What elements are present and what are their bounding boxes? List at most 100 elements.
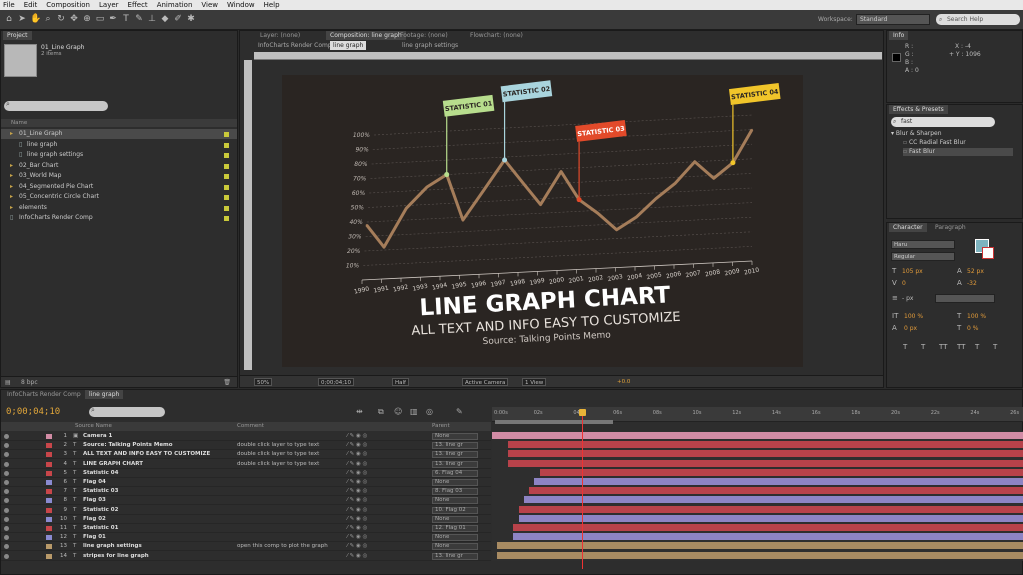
layer-comment[interactable]: double click layer to type text [237, 441, 319, 450]
camera-tool-icon[interactable]: ✥ [69, 14, 79, 25]
layer-row[interactable]: 4 T LINE GRAPH CHART double click layer to … [1, 460, 491, 469]
layer-row[interactable]: 11 T Statistic 01 ⁄ ✎ ◉ ◎ 12. Flag 01 [1, 524, 491, 533]
viewer-timecode[interactable]: 0;00;04;10 [318, 378, 355, 386]
viewer-tab[interactable]: Footage: (none) [396, 31, 452, 40]
tab-character[interactable]: Character [889, 223, 927, 232]
layer-name[interactable]: Statistic 03 [83, 487, 118, 496]
text-style-button[interactable]: T [975, 343, 979, 351]
layer-duration-bar[interactable] [523, 496, 1023, 504]
tab-info[interactable]: Info [889, 31, 909, 40]
viewer-tab[interactable]: Layer: (none) [256, 31, 304, 40]
layer-name[interactable]: line graph settings [83, 542, 142, 551]
layer-switches[interactable]: ⁄ ✎ ◉ ◎ [347, 496, 367, 505]
timeline-search-input[interactable]: ⌕ [89, 406, 165, 417]
text-style-button[interactable]: TT [957, 343, 965, 351]
effects-search-input[interactable]: ⌕ fast [891, 117, 995, 127]
rotate-tool-icon[interactable]: ↻ [56, 14, 66, 25]
layer-duration-bar[interactable] [534, 478, 1023, 485]
layer-name[interactable]: Statistic 04 [83, 469, 118, 478]
project-search-input[interactable]: ⌕ [4, 100, 108, 111]
roto-brush-icon[interactable]: ✐ [173, 14, 183, 25]
visibility-eye-icon[interactable] [4, 516, 9, 522]
work-area-bar[interactable] [495, 420, 613, 424]
visibility-eye-icon[interactable] [4, 535, 9, 541]
timeline-tab[interactable]: InfoCharts Render Comp [3, 390, 85, 399]
menu-window[interactable]: Window [227, 1, 255, 9]
type-tool-icon[interactable]: T [121, 14, 131, 25]
layer-duration-bar[interactable] [507, 441, 1023, 449]
layer-name[interactable]: stripes for line graph [83, 552, 149, 561]
visibility-eye-icon[interactable] [4, 544, 9, 550]
layer-label-color[interactable] [46, 526, 52, 531]
column-parent[interactable]: Parent [432, 422, 450, 431]
camera-select[interactable]: Active Camera [462, 378, 509, 386]
layer-name[interactable]: ALL TEXT AND INFO EASY TO CUSTOMIZE [83, 450, 210, 459]
layer-row[interactable]: 12 T Flag 01 ⁄ ✎ ◉ ◎ None [1, 533, 491, 543]
layer-switches[interactable]: ⁄ ✎ ◉ ◎ [347, 441, 367, 450]
parent-select[interactable]: None [432, 515, 478, 523]
current-time-indicator[interactable] [582, 409, 584, 569]
label-color-swatch[interactable] [224, 205, 229, 211]
parent-select[interactable]: None [432, 534, 478, 542]
breadcrumb-item[interactable]: InfoCharts Render Comp [258, 41, 332, 50]
label-color-swatch[interactable] [224, 163, 229, 169]
project-item[interactable]: ▸ 05_Concentric Circle Chart [1, 192, 237, 202]
font-family-select[interactable]: Haru [891, 240, 955, 249]
label-color-swatch[interactable] [224, 195, 229, 200]
current-time-display[interactable]: 0;00;04;10 [6, 407, 60, 417]
layer-row[interactable]: 6 T Flag 04 ⁄ ✎ ◉ ◎ None [1, 478, 491, 487]
kerning-value[interactable]: -32 [967, 280, 977, 287]
layer-label-color[interactable] [46, 443, 52, 449]
visibility-eye-icon[interactable] [4, 480, 9, 485]
search-help-input[interactable]: ⌕ Search Help [936, 14, 1020, 25]
layer-name[interactable]: LINE GRAPH CHART [83, 460, 143, 469]
label-color-swatch[interactable] [224, 132, 229, 137]
layer-duration-bar[interactable] [513, 524, 1023, 531]
project-item[interactable]: ▸ elements [1, 203, 237, 213]
menu-composition[interactable]: Composition [46, 1, 90, 9]
parent-select[interactable]: 13. line gr [432, 442, 478, 450]
leading-value[interactable]: 52 px [967, 268, 984, 275]
layer-comment[interactable]: double click layer to type text [237, 450, 319, 459]
project-item[interactable]: ▸ 02_Bar Chart [1, 161, 237, 171]
eraser-tool-icon[interactable]: ◆ [160, 14, 170, 25]
rectangle-tool-icon[interactable]: ▭ [95, 14, 105, 25]
layer-row[interactable]: 14 Tstripes for line graph ⁄ ✎ ◉ ◎ 13. line… [1, 552, 491, 561]
label-color-swatch[interactable] [224, 184, 229, 190]
visibility-eye-icon[interactable] [4, 507, 9, 513]
layer-name[interactable]: Flag 04 [83, 478, 106, 487]
layer-row[interactable]: 3 T ALL TEXT AND INFO EASY TO CUSTOMIZE dou… [1, 450, 491, 460]
views-select[interactable]: 1 View [522, 378, 547, 386]
pen-tool-icon[interactable]: ✒ [108, 14, 118, 25]
label-color-swatch[interactable] [224, 216, 229, 221]
menu-layer[interactable]: Layer [99, 1, 119, 9]
layer-row[interactable]: 1 ▣ Camera 1 ⁄ ✎ ◉ ◎ None [1, 432, 491, 441]
tracking-value[interactable]: 0 [902, 280, 906, 287]
vertical-scale-value[interactable]: 100 % [904, 313, 923, 320]
font-style-select[interactable]: Regular [891, 252, 955, 261]
parent-select[interactable]: None [432, 497, 478, 505]
menu-file[interactable]: File [3, 1, 15, 9]
text-style-button[interactable]: TT [939, 343, 947, 351]
layer-label-color[interactable] [46, 498, 52, 504]
visibility-eye-icon[interactable] [4, 553, 9, 559]
visibility-eye-icon[interactable] [4, 498, 9, 504]
visibility-eye-icon[interactable] [4, 470, 9, 476]
layer-switches[interactable]: ⁄ ✎ ◉ ◎ [347, 542, 367, 551]
comp-mini-flowchart-icon[interactable]: ⇹ [356, 407, 363, 416]
layer-duration-bar[interactable] [497, 551, 1023, 559]
stroke-width-value[interactable]: - px [902, 295, 913, 302]
pan-behind-tool-icon[interactable]: ⊕ [82, 14, 92, 25]
font-size-value[interactable]: 105 px [902, 268, 923, 275]
layer-comment[interactable]: double click layer to type text [237, 460, 319, 469]
layer-row[interactable]: 13 Tline graph settings open this comp to … [1, 542, 491, 552]
layer-comment[interactable]: open this comp to plot the graph [237, 542, 328, 551]
label-color-swatch[interactable] [224, 153, 229, 158]
column-source-name[interactable]: Source Name [75, 422, 112, 431]
brush-tool-icon[interactable]: ✎ [134, 14, 144, 25]
layer-label-color[interactable] [46, 516, 52, 522]
tab-effects-presets[interactable]: Effects & Presets [889, 105, 948, 114]
menu-help[interactable]: Help [264, 1, 280, 9]
layer-label-color[interactable] [46, 544, 52, 550]
parent-select[interactable]: 12. Flag 01 [432, 525, 478, 532]
